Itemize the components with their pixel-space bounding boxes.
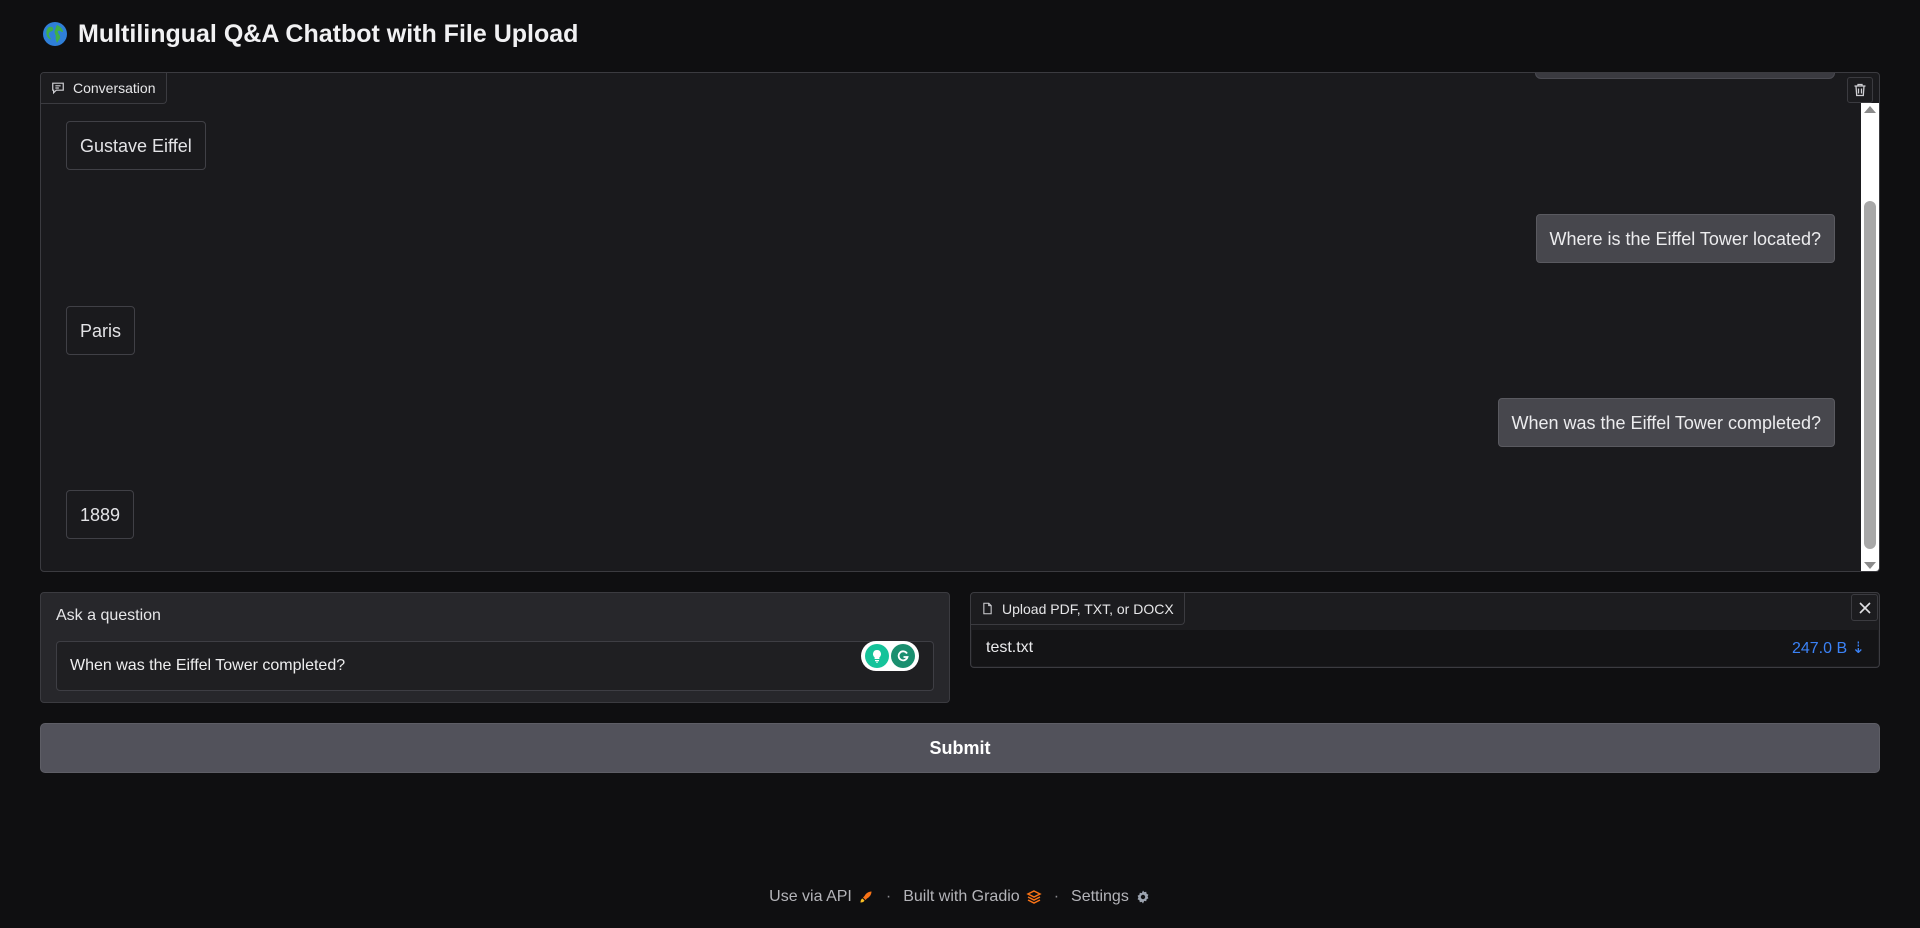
scroll-thumb[interactable]	[1864, 201, 1876, 549]
chat-icon	[52, 82, 64, 95]
use-via-api-link[interactable]: Use via API	[769, 888, 874, 906]
chatbot-panel: Conversation Gustave Eiffel Where is the…	[40, 72, 1880, 572]
clear-file-button[interactable]	[1851, 594, 1878, 621]
globe-icon	[42, 21, 68, 47]
settings-link[interactable]: Settings	[1071, 888, 1151, 906]
question-label: Ask a question	[56, 607, 161, 624]
rocket-icon	[860, 891, 872, 903]
bot-message: Paris	[66, 306, 136, 355]
footer-separator: ·	[885, 888, 892, 905]
built-with-gradio-text: Built with Gradio	[903, 888, 1020, 905]
built-with-gradio-link[interactable]: Built with Gradio	[903, 888, 1042, 906]
chatbot-label: Conversation	[41, 73, 167, 104]
page-title: Multilingual Q&A Chatbot with File Uploa…	[42, 16, 578, 52]
file-name: test.txt	[986, 639, 1034, 656]
file-icon	[983, 602, 992, 615]
chat-scrollbar[interactable]	[1861, 103, 1879, 571]
scroll-up-arrow-icon[interactable]	[1864, 106, 1876, 113]
grammarly-icon[interactable]	[891, 644, 915, 668]
page-title-text: Multilingual Q&A Chatbot with File Uploa…	[78, 19, 579, 48]
previous-message-bubble	[1535, 73, 1835, 79]
user-message: Where is the Eiffel Tower located?	[1535, 214, 1835, 263]
grammarly-widget[interactable]	[861, 641, 919, 671]
chatbot-label-text: Conversation	[73, 80, 156, 96]
settings-text: Settings	[1071, 888, 1129, 905]
bot-message: Gustave Eiffel	[66, 121, 206, 170]
file-upload-label-text: Upload PDF, TXT, or DOCX	[1002, 600, 1174, 617]
bot-message: 1889	[66, 490, 135, 539]
footer: Use via API · Built with Gradio · Settin…	[0, 884, 1920, 910]
file-upload-label: Upload PDF, TXT, or DOCX	[971, 593, 1185, 625]
trash-icon	[1854, 83, 1866, 97]
use-via-api-text: Use via API	[769, 888, 852, 905]
submit-button[interactable]: Submit	[40, 723, 1880, 773]
scroll-down-arrow-icon[interactable]	[1864, 562, 1876, 569]
gear-icon	[1137, 890, 1149, 904]
lightbulb-icon[interactable]	[865, 644, 889, 668]
question-input[interactable]	[56, 641, 934, 691]
file-download-link[interactable]: 247.0 B ⇣	[1792, 638, 1865, 658]
close-icon	[1858, 601, 1871, 614]
file-upload-panel: Upload PDF, TXT, or DOCX test.txt 247.0 …	[970, 592, 1880, 668]
question-block: Ask a question	[40, 592, 950, 703]
uploaded-file-row: test.txt 247.0 B ⇣	[972, 630, 1878, 666]
user-message: When was the Eiffel Tower completed?	[1497, 398, 1835, 447]
footer-separator: ·	[1053, 888, 1060, 905]
clear-chat-button[interactable]	[1847, 77, 1873, 103]
gradio-logo-icon	[1026, 890, 1042, 904]
